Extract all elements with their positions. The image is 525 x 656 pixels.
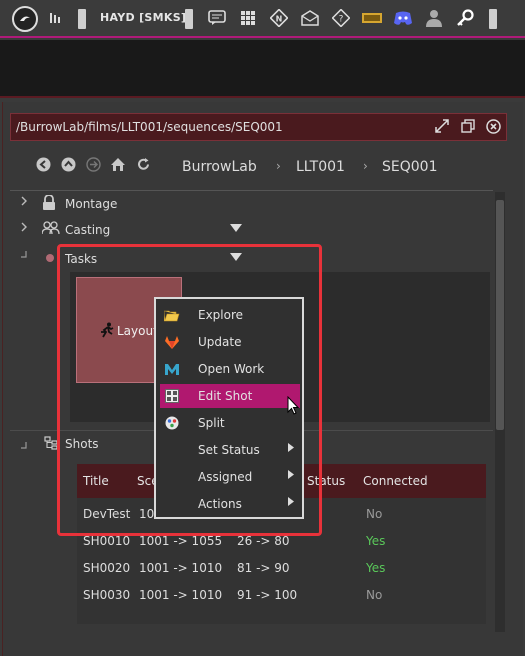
cell-connected: No (366, 588, 383, 602)
menu-item-label: Actions (198, 497, 242, 511)
edit-shot-icon (164, 388, 180, 404)
cell-connected: Yes (366, 534, 386, 548)
path-text: /BurrowLab/films/LLT001/sequences/SEQ001 (16, 120, 283, 134)
forward-icon[interactable] (84, 157, 102, 176)
table-row[interactable]: SH0020 1001 -> 1010 81 -> 90 Yes (77, 555, 486, 582)
breadcrumb-item[interactable]: SEQ001 (382, 159, 437, 175)
mouse-cursor-icon (287, 395, 301, 416)
caret-down-icon[interactable] (230, 224, 242, 235)
collapse-icon[interactable] (20, 435, 28, 454)
header-strip (0, 40, 525, 98)
back-icon[interactable] (34, 157, 52, 176)
menu-item-label: Set Status (198, 443, 260, 457)
project-title: HAYD [SMKS] (100, 11, 187, 24)
toolbar-separator (489, 9, 497, 29)
menu-item-label: Update (198, 335, 242, 349)
context-menu: Explore Update Open Work Edit Shot Split… (154, 297, 304, 519)
tree-label: Casting (65, 223, 111, 237)
menu-item-label: Assigned (198, 470, 253, 484)
menu-item-open-work[interactable]: Open Work (160, 357, 300, 381)
breadcrumb-item[interactable]: LLT001 (296, 159, 345, 175)
cell-title: SH0030 (83, 588, 131, 602)
gitlab-icon (164, 334, 180, 350)
scrollbar-thumb[interactable] (496, 200, 504, 430)
breadcrumb-separator: › (276, 159, 281, 173)
menu-item-label: Split (198, 416, 225, 430)
path-bar[interactable]: /BurrowLab/films/LLT001/sequences/SEQ001 (10, 113, 507, 141)
menu-item-assigned[interactable]: Assigned (160, 465, 300, 489)
discord-icon[interactable] (391, 6, 415, 30)
submenu-arrow-icon (288, 470, 294, 482)
cell-frames: 91 -> 100 (237, 588, 298, 602)
tree-item-casting[interactable]: Casting (10, 218, 493, 242)
menu-item-set-status[interactable]: Set Status (160, 438, 300, 462)
cell-frames: 81 -> 90 (237, 561, 290, 575)
maya-icon (164, 361, 180, 377)
node-icon[interactable]: N (267, 6, 291, 30)
cell-scene: 1001 -> 1010 (139, 561, 223, 575)
key-icon[interactable] (453, 6, 477, 30)
grid-icon[interactable] (236, 6, 260, 30)
chat-icon[interactable] (205, 6, 229, 30)
close-icon[interactable] (486, 119, 501, 138)
tree-label: Montage (65, 197, 118, 211)
tree-item-montage[interactable]: Montage (10, 192, 493, 216)
refresh-icon[interactable] (134, 157, 152, 176)
cell-title: SH0020 (83, 561, 131, 575)
breadcrumb-item[interactable]: BurrowLab (182, 159, 257, 175)
toolbar-separator (78, 9, 86, 29)
bars-icon[interactable] (44, 6, 68, 30)
folder-icon (164, 307, 180, 323)
expand-icon[interactable] (435, 119, 449, 137)
mail-icon[interactable] (298, 6, 322, 30)
submenu-arrow-icon (288, 443, 294, 455)
menu-item-explore[interactable]: Explore (160, 303, 300, 327)
cell-connected: Yes (366, 561, 386, 575)
menu-item-update[interactable]: Update (160, 330, 300, 354)
cell-connected: No (366, 507, 383, 521)
users-icon (41, 221, 60, 239)
logo-icon[interactable] (12, 6, 38, 32)
lock-icon (42, 194, 56, 214)
menu-item-label: Explore (198, 308, 244, 322)
cell-scene: 1001 -> 1010 (139, 588, 223, 602)
svg-text:?: ? (339, 15, 344, 25)
chevron-right-icon[interactable] (20, 222, 28, 235)
menu-item-label: Edit Shot (198, 389, 253, 403)
ticket-icon[interactable] (360, 6, 384, 30)
vertical-scrollbar[interactable] (495, 192, 505, 632)
menu-item-split[interactable]: Split (160, 411, 300, 435)
chevron-right-icon[interactable] (20, 196, 28, 209)
up-icon[interactable] (59, 157, 77, 176)
status-dot-icon (45, 252, 55, 267)
submenu-arrow-icon (288, 497, 294, 509)
top-toolbar: HAYD [SMKS] N ? (0, 0, 525, 38)
menu-item-label: Open Work (198, 362, 265, 376)
cell-scene: 1001 -> 1055 (139, 534, 223, 548)
table-row[interactable]: SH0030 1001 -> 1010 91 -> 100 No (77, 582, 486, 609)
menu-item-edit-shot[interactable]: Edit Shot (160, 384, 300, 408)
toolbar-separator (185, 9, 193, 29)
copy-icon[interactable] (461, 119, 475, 137)
split-icon (164, 415, 180, 431)
collapse-icon[interactable] (20, 249, 28, 262)
help-icon[interactable]: ? (329, 6, 353, 30)
cell-frames: 26 -> 80 (237, 534, 290, 548)
svg-text:N: N (276, 15, 283, 24)
divider (10, 190, 493, 191)
breadcrumb-separator: › (363, 159, 368, 173)
home-icon[interactable] (109, 157, 127, 176)
user-icon[interactable] (422, 6, 446, 30)
hierarchy-icon (44, 435, 58, 454)
menu-item-actions[interactable]: Actions (160, 492, 300, 516)
column-header-connected[interactable]: Connected (363, 474, 428, 488)
cell-title: SH0010 (83, 534, 131, 548)
